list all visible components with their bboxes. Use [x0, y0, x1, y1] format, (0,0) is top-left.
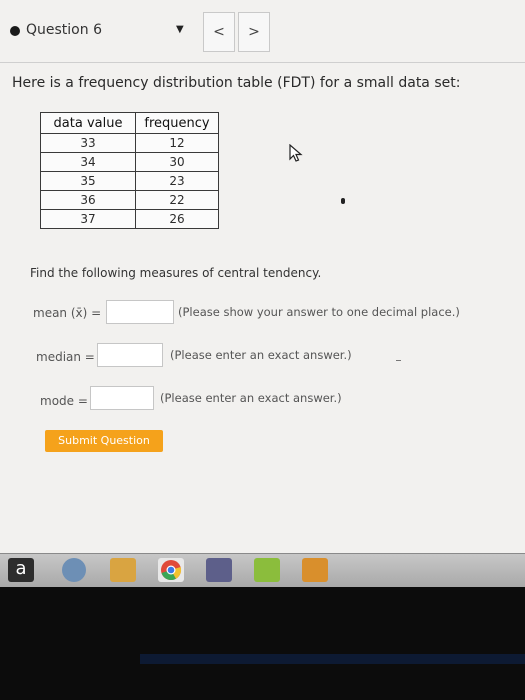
frequency-cell: 22	[135, 190, 219, 210]
bezel-reflection	[140, 654, 525, 664]
instructions-text: Find the following measures of central t…	[30, 266, 322, 280]
next-question-button[interactable]: >	[238, 12, 270, 52]
table-row: 37 26	[40, 209, 219, 229]
mean-input[interactable]	[106, 300, 174, 324]
data-value-cell: 35	[40, 171, 136, 191]
frequency-cell: 12	[135, 133, 219, 153]
frequency-cell: 30	[135, 152, 219, 172]
mcafee-icon[interactable]	[206, 558, 232, 582]
data-value-cell: 36	[40, 190, 136, 210]
data-value-cell: 37	[40, 209, 136, 229]
mouse-cursor-icon	[289, 144, 303, 162]
word-icon[interactable]	[302, 558, 328, 582]
mode-input[interactable]	[90, 386, 154, 410]
median-input[interactable]	[97, 343, 163, 367]
photos-icon[interactable]	[110, 558, 136, 582]
median-label: median =	[36, 350, 95, 364]
table-row: 33 12	[40, 133, 219, 153]
screen-mark	[396, 360, 401, 361]
submit-question-button[interactable]: Submit Question	[45, 430, 163, 452]
amazon-icon[interactable]: a	[8, 558, 34, 582]
question-intro-text: Here is a frequency distribution table (…	[12, 75, 461, 91]
data-value-cell: 33	[40, 133, 136, 153]
triangle-down-icon[interactable]: ▼	[176, 24, 184, 35]
question-status-dot-icon	[10, 26, 20, 36]
median-hint: (Please enter an exact answer.)	[170, 348, 352, 362]
browser-screen: Question 6 ▼ < > Here is a frequency dis…	[0, 0, 525, 553]
frequency-cell: 26	[135, 209, 219, 229]
column-header-data-value: data value	[40, 112, 136, 134]
table-row: 34 30	[40, 152, 219, 172]
column-header-frequency: frequency	[135, 112, 219, 134]
table-header-row: data value frequency	[40, 112, 219, 134]
table-row: 36 22	[40, 190, 219, 210]
mode-hint: (Please enter an exact answer.)	[160, 391, 342, 405]
table-row: 35 23	[40, 171, 219, 191]
question-selector-label[interactable]: Question 6	[26, 22, 102, 38]
mode-label: mode =	[40, 394, 88, 408]
frequency-cell: 23	[135, 171, 219, 191]
hp-icon[interactable]	[62, 558, 86, 582]
taskbar: a	[0, 553, 525, 587]
pdf-icon[interactable]	[254, 558, 280, 582]
question-header: Question 6 ▼ < >	[0, 0, 525, 63]
chrome-icon[interactable]	[158, 558, 184, 582]
mean-hint: (Please show your answer to one decimal …	[178, 305, 460, 319]
frequency-distribution-table: data value frequency 33 12 34 30 35 23 3…	[40, 112, 219, 229]
mean-label: mean (x̄) =	[33, 306, 102, 320]
previous-question-button[interactable]: <	[203, 12, 235, 52]
data-value-cell: 34	[40, 152, 136, 172]
monitor-bezel	[0, 587, 525, 700]
screen-speck	[341, 198, 345, 204]
